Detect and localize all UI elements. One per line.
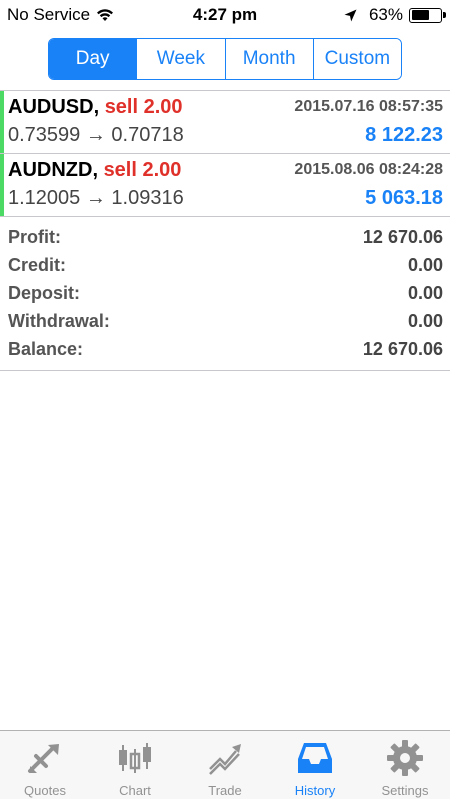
- battery-percent: 63%: [368, 5, 403, 24]
- chart-icon: [119, 743, 151, 773]
- summary-label: Deposit:: [8, 283, 80, 303]
- deals-list: AUDUSD, sell 2.00 2015.07.16 08:57:35 0.…: [0, 90, 450, 217]
- segment-month[interactable]: Month: [225, 39, 314, 79]
- summary-value: 12 670.06: [362, 227, 443, 247]
- deal-row[interactable]: AUDNZD, sell 2.00 2015.08.06 08:24:28 1.…: [0, 154, 450, 217]
- status-right: 63%: [344, 5, 446, 25]
- summary-value: 12 670.06: [362, 339, 443, 359]
- tab-label: History: [294, 783, 336, 798]
- tab-trade[interactable]: Trade: [180, 731, 270, 799]
- deal-symbol: AUDNZD: [8, 159, 93, 181]
- account-summary: Profit: 12 670.06 Credit: 0.00 Deposit: …: [0, 224, 450, 371]
- tab-label: Settings: [381, 783, 429, 798]
- battery-icon: [409, 7, 446, 23]
- summary-label: Withdrawal:: [8, 311, 110, 331]
- deal-indicator-bar: [0, 91, 4, 153]
- tab-label: Chart: [119, 783, 151, 798]
- deal-action: sell 2.00: [103, 159, 182, 181]
- segment-custom[interactable]: Custom: [313, 39, 401, 79]
- deal-symbol-line: AUDNZD, sell 2.00: [8, 159, 182, 181]
- summary-row-deposit: Deposit: 0.00: [0, 280, 450, 308]
- deal-profit: 5 063.18: [365, 187, 443, 209]
- summary-row-balance: Balance: 12 670.06: [0, 336, 450, 364]
- trade-icon: [209, 744, 241, 775]
- summary-row-credit: Credit: 0.00: [0, 252, 450, 280]
- summary-row-profit: Profit: 12 670.06: [0, 224, 450, 252]
- status-bar: No Service 4:27 pm 63%: [0, 0, 450, 30]
- location-arrow-icon: [344, 9, 357, 21]
- summary-value: 0.00: [407, 311, 443, 331]
- segment-week[interactable]: Week: [137, 39, 226, 79]
- deal-indicator-bar: [0, 154, 4, 216]
- tab-history[interactable]: History: [270, 731, 360, 799]
- tab-settings[interactable]: Settings: [360, 731, 450, 799]
- deal-prices: 0.73599 → 0.70718: [8, 124, 184, 146]
- battery-fill: [411, 10, 430, 20]
- summary-label: Credit:: [8, 255, 66, 275]
- deal-datetime: 2015.08.06 08:24:28: [294, 161, 443, 178]
- summary-value: 0.00: [407, 255, 443, 275]
- summary-label: Profit:: [8, 227, 61, 247]
- tab-chart[interactable]: Chart: [90, 731, 180, 799]
- summary-row-withdrawal: Withdrawal: 0.00: [0, 308, 450, 336]
- deal-prices: 1.12005 → 1.09316: [8, 187, 184, 209]
- tab-label: Trade: [208, 783, 242, 798]
- gear-icon: [387, 740, 423, 776]
- deal-profit: 8 122.23: [365, 124, 443, 146]
- segment-day[interactable]: Day: [49, 39, 138, 79]
- deal-row[interactable]: AUDUSD, sell 2.00 2015.07.16 08:57:35 0.…: [0, 91, 450, 154]
- summary-label: Balance:: [8, 339, 84, 359]
- tab-label: Quotes: [24, 783, 66, 798]
- tab-quotes[interactable]: Quotes: [0, 731, 90, 799]
- deal-symbol: AUDUSD: [8, 96, 94, 118]
- deal-action: sell 2.00: [104, 96, 183, 118]
- quotes-icon: [28, 744, 59, 773]
- tab-bar: Quotes Chart Trade History Settings: [0, 730, 450, 799]
- history-icon: [298, 743, 332, 773]
- deal-symbol-line: AUDUSD, sell 2.00: [8, 96, 183, 118]
- deal-datetime: 2015.07.16 08:57:35: [294, 98, 443, 115]
- summary-value: 0.00: [407, 283, 443, 303]
- period-segmented-control: Day Week Month Custom: [48, 38, 402, 80]
